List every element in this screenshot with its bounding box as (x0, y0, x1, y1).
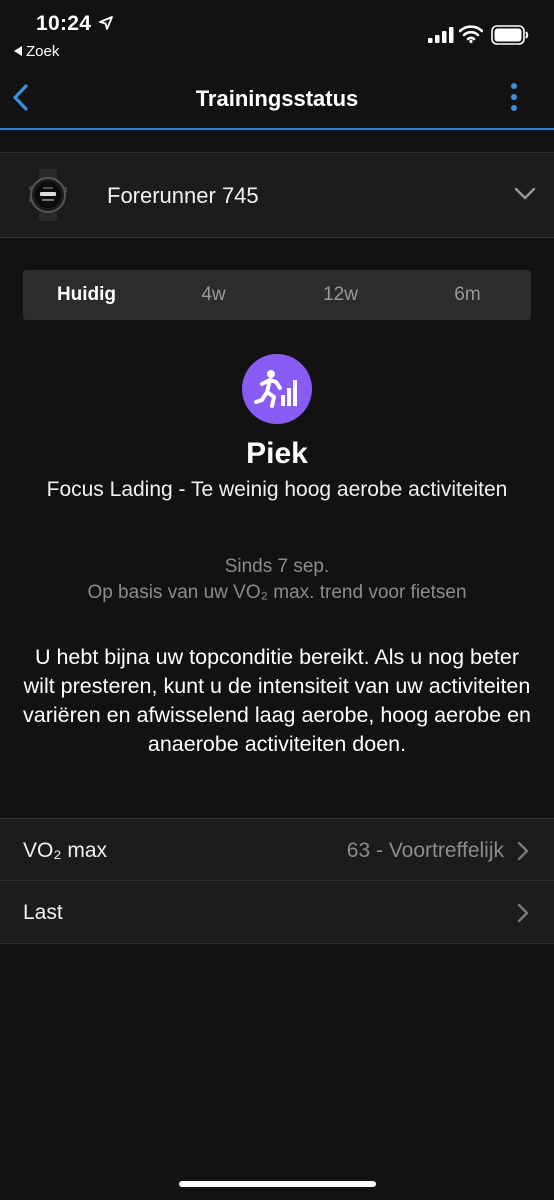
cellular-signal-icon (428, 27, 454, 43)
vo2-max-value: 63 - Voortreffelijk (346, 839, 504, 862)
chevron-right-icon (517, 903, 529, 923)
device-name: Forerunner 745 (107, 183, 259, 208)
period-tabs: Huidig 4w 12w 6m (23, 270, 531, 320)
tab-6-months[interactable]: 6m (404, 270, 531, 320)
device-selector[interactable]: Forerunner 745 (0, 152, 554, 238)
status-bar: 10:24 Zoek (0, 0, 554, 70)
back-app-label: Zoek (26, 43, 60, 60)
tab-current[interactable]: Huidig (23, 270, 150, 320)
load-label: Last (23, 901, 63, 924)
status-time: 10:24 (36, 12, 92, 35)
runner-peak-icon (254, 370, 297, 408)
page-title: Trainingsstatus (195, 86, 359, 111)
vo2-max-row[interactable]: VO₂ max 63 - Voortreffelijk (0, 818, 554, 881)
more-options-button[interactable] (502, 80, 526, 116)
status-since-date: Sinds 7 sep. (224, 556, 330, 577)
wifi-icon (459, 25, 483, 43)
chevron-right-icon (517, 841, 529, 861)
status-basis-note: Op basis van uw VO₂ max. trend voor fiet… (87, 582, 467, 603)
home-indicator[interactable] (179, 1181, 376, 1187)
training-status-badge (242, 354, 312, 424)
battery-icon (491, 25, 529, 45)
tab-12-weeks[interactable]: 12w (277, 270, 404, 320)
training-status-name: Piek (246, 437, 308, 470)
watch-icon (29, 169, 67, 221)
back-triangle-icon (14, 46, 22, 56)
tab-4-weeks[interactable]: 4w (150, 270, 277, 320)
chevron-down-icon (514, 187, 536, 200)
navigation-bar: Trainingsstatus (0, 70, 554, 130)
location-arrow-icon (99, 16, 113, 30)
training-status-subtitle: Focus Lading - Te weinig hoog aerobe act… (46, 478, 508, 501)
training-status-description: U hebt bijna uw topconditie bereikt. Als… (22, 645, 531, 756)
vertical-dots-icon (511, 83, 517, 111)
load-row[interactable]: Last (0, 880, 554, 944)
vo2-max-label: VO₂ max (23, 839, 107, 862)
back-to-app-link[interactable]: Zoek (14, 43, 59, 60)
